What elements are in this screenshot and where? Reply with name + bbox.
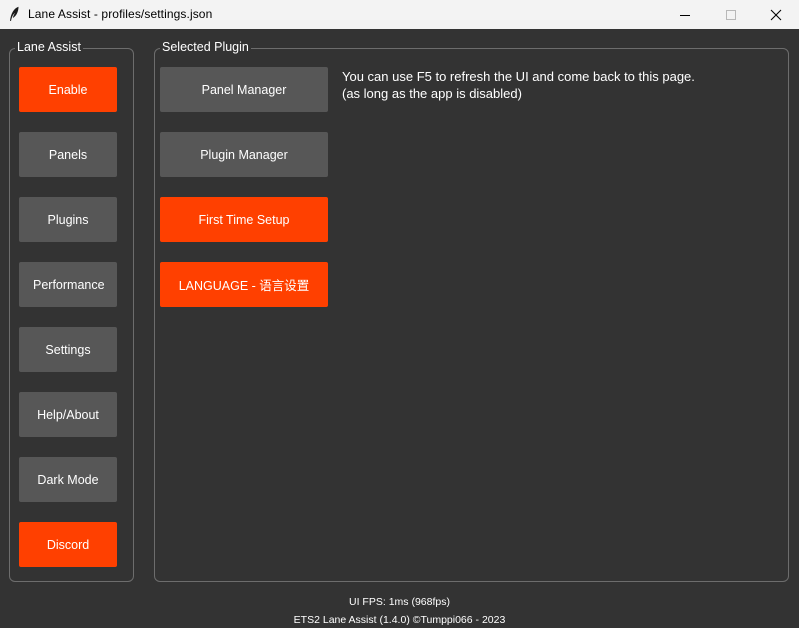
close-icon[interactable] — [753, 0, 799, 29]
plugin-manager-button[interactable]: Plugin Manager — [160, 132, 328, 177]
window-title: Lane Assist - profiles/settings.json — [28, 7, 213, 21]
panels-button[interactable]: Panels — [19, 132, 117, 177]
fps-readout: UI FPS: 1ms (968fps) — [349, 596, 450, 608]
selected-plugin-frame: Selected Plugin — [154, 40, 789, 582]
first-time-setup-button[interactable]: First Time Setup — [160, 197, 328, 242]
language-button[interactable]: LANGUAGE - 语言设置 — [160, 262, 328, 307]
settings-button[interactable]: Settings — [19, 327, 117, 372]
info-line-1: You can use F5 to refresh the UI and com… — [342, 69, 695, 84]
help-about-button[interactable]: Help/About — [19, 392, 117, 437]
minimize-icon[interactable] — [662, 0, 708, 29]
panel-manager-button[interactable]: Panel Manager — [160, 67, 328, 112]
info-text: You can use F5 to refresh the UI and com… — [342, 68, 695, 102]
performance-button[interactable]: Performance — [19, 262, 117, 307]
title-bar: Lane Assist - profiles/settings.json — [0, 0, 799, 29]
version-text: ETS2 Lane Assist (1.4.0) ©Tumppi066 - 20… — [293, 614, 506, 626]
feather-icon — [8, 6, 20, 22]
sidebar-frame-label: Lane Assist — [15, 40, 83, 54]
plugins-button[interactable]: Plugins — [19, 197, 117, 242]
selected-plugin-frame-label: Selected Plugin — [160, 40, 251, 54]
maximize-icon — [708, 0, 754, 29]
discord-button[interactable]: Discord — [19, 522, 117, 567]
enable-button[interactable]: Enable — [19, 67, 117, 112]
dark-mode-button[interactable]: Dark Mode — [19, 457, 117, 502]
info-line-2: (as long as the app is disabled) — [342, 86, 522, 101]
